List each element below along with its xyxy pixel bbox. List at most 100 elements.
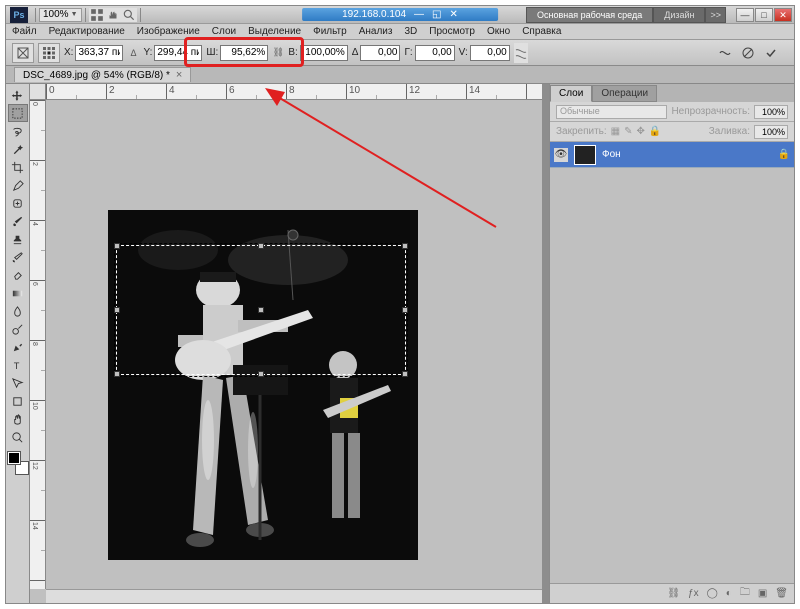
h-label: В:: [288, 47, 297, 58]
blend-mode-select[interactable]: Обычные: [556, 105, 667, 119]
ruler-horizontal[interactable]: 02468101214: [46, 84, 542, 100]
blur-tool[interactable]: [8, 302, 28, 320]
lock-position-icon[interactable]: ✥: [637, 126, 645, 137]
lasso-tool[interactable]: [8, 122, 28, 140]
mask-icon[interactable]: ◯: [707, 588, 718, 599]
y-label: Y:: [143, 47, 152, 58]
transform-tool-icon[interactable]: [12, 43, 34, 63]
new-layer-icon[interactable]: ▣: [758, 588, 767, 599]
delete-layer-icon[interactable]: 🗑: [775, 588, 788, 599]
zoom-tool[interactable]: [8, 428, 28, 446]
close-button[interactable]: ✕: [774, 8, 792, 22]
x-label: X:: [64, 47, 73, 58]
color-swatches[interactable]: [8, 452, 28, 474]
gradient-tool[interactable]: [8, 284, 28, 302]
eyedropper-tool[interactable]: [8, 176, 28, 194]
cancel-transform-icon[interactable]: [739, 44, 757, 62]
close-app-icon[interactable]: ✕: [450, 9, 458, 20]
title-bar: Ps 100%▼ 192.168.0.104 — ◱ ✕ Основная ра…: [6, 6, 794, 24]
layer-locked-icon: 🔒: [778, 149, 790, 160]
lock-brush-icon[interactable]: ✎: [624, 126, 632, 137]
warp-mode-icon[interactable]: [716, 44, 734, 62]
menu-analysis[interactable]: Анализ: [353, 26, 399, 37]
restore-app-icon[interactable]: ◱: [432, 9, 441, 20]
g-label: Г:: [404, 47, 412, 58]
dodge-tool[interactable]: [8, 320, 28, 338]
minimize-button[interactable]: —: [736, 8, 754, 22]
minimize-app-icon[interactable]: —: [414, 9, 424, 20]
transform-bounding-box[interactable]: [116, 245, 406, 375]
hand-tool[interactable]: [8, 410, 28, 428]
document-tab[interactable]: DSC_4689.jpg @ 54% (RGB/8) *×: [14, 67, 191, 82]
fx-icon[interactable]: ƒx: [688, 588, 699, 599]
link-wh-icon[interactable]: ⛓: [272, 45, 284, 61]
adjustment-icon[interactable]: ◐: [726, 588, 732, 599]
tools-panel: T: [6, 84, 30, 603]
menu-filter[interactable]: Фильтр: [307, 26, 353, 37]
zoom-icon[interactable]: [121, 8, 137, 22]
g-input[interactable]: [415, 45, 455, 61]
xy-delta-icon[interactable]: Δ: [127, 45, 139, 61]
workspace-more[interactable]: >>: [705, 7, 726, 23]
opacity-label: Непрозрачность:: [671, 106, 750, 117]
v-label: V:: [459, 47, 468, 58]
ruler-vertical[interactable]: 02468101214: [30, 100, 46, 589]
workspace-tab-active[interactable]: Основная рабочая среда: [526, 7, 653, 23]
menu-view[interactable]: Просмотр: [423, 26, 481, 37]
zoom-combo[interactable]: 100%▼: [39, 8, 82, 22]
w-label: Ш:: [206, 47, 218, 58]
path-tool[interactable]: [8, 374, 28, 392]
view-grid-icon[interactable]: [89, 8, 105, 22]
ruler-origin[interactable]: [30, 84, 46, 100]
horizontal-scrollbar[interactable]: [46, 589, 542, 603]
link-layers-icon[interactable]: ⛓: [667, 588, 680, 599]
workspace-tab[interactable]: Дизайн: [653, 7, 705, 23]
tab-actions[interactable]: Операции: [592, 85, 657, 102]
commit-transform-icon[interactable]: [762, 44, 780, 62]
v-input[interactable]: [470, 45, 510, 61]
lock-pixels-icon[interactable]: ▦: [611, 126, 620, 137]
menu-select[interactable]: Выделение: [242, 26, 307, 37]
type-tool[interactable]: T: [8, 356, 28, 374]
h-input[interactable]: [300, 45, 348, 61]
visibility-toggle-icon[interactable]: 👁: [554, 148, 568, 162]
hand-icon[interactable]: [105, 8, 121, 22]
y-input[interactable]: [154, 45, 202, 61]
opacity-input[interactable]: [754, 105, 788, 119]
menu-edit[interactable]: Редактирование: [43, 26, 131, 37]
brush-tool[interactable]: [8, 212, 28, 230]
layer-thumbnail[interactable]: [574, 145, 596, 165]
history-brush-tool[interactable]: [8, 248, 28, 266]
move-tool[interactable]: [8, 86, 28, 104]
menu-window[interactable]: Окно: [481, 26, 516, 37]
fill-input[interactable]: [754, 125, 788, 139]
angle-input[interactable]: [360, 45, 400, 61]
healing-tool[interactable]: [8, 194, 28, 212]
menu-help[interactable]: Справка: [516, 26, 567, 37]
group-icon[interactable]: 🗀: [740, 585, 750, 602]
lock-all-icon[interactable]: 🔒: [649, 126, 661, 137]
shape-tool[interactable]: [8, 392, 28, 410]
close-tab-icon[interactable]: ×: [176, 69, 182, 81]
warp-icon[interactable]: [514, 43, 528, 63]
marquee-tool[interactable]: [8, 104, 28, 122]
menu-image[interactable]: Изображение: [131, 26, 206, 37]
layers-panel: Слои Операции Обычные Непрозрачность: За…: [549, 84, 794, 603]
layer-name: Фон: [602, 149, 621, 160]
menu-3d[interactable]: 3D: [398, 26, 423, 37]
maximize-button[interactable]: □: [755, 8, 773, 22]
tab-layers[interactable]: Слои: [550, 85, 592, 102]
x-input[interactable]: [75, 45, 123, 61]
menu-layers[interactable]: Слои: [206, 26, 242, 37]
window-url: 192.168.0.104 — ◱ ✕: [302, 8, 498, 21]
stamp-tool[interactable]: [8, 230, 28, 248]
reference-point-icon[interactable]: [38, 43, 60, 63]
wand-tool[interactable]: [8, 140, 28, 158]
options-bar: X: Δ Y: Ш: ⛓ В: Δ Г: V:: [6, 40, 794, 66]
layer-row[interactable]: 👁 Фон 🔒: [550, 142, 794, 168]
menu-file[interactable]: Файл: [6, 26, 43, 37]
pen-tool[interactable]: [8, 338, 28, 356]
w-input[interactable]: [220, 45, 268, 61]
crop-tool[interactable]: [8, 158, 28, 176]
eraser-tool[interactable]: [8, 266, 28, 284]
